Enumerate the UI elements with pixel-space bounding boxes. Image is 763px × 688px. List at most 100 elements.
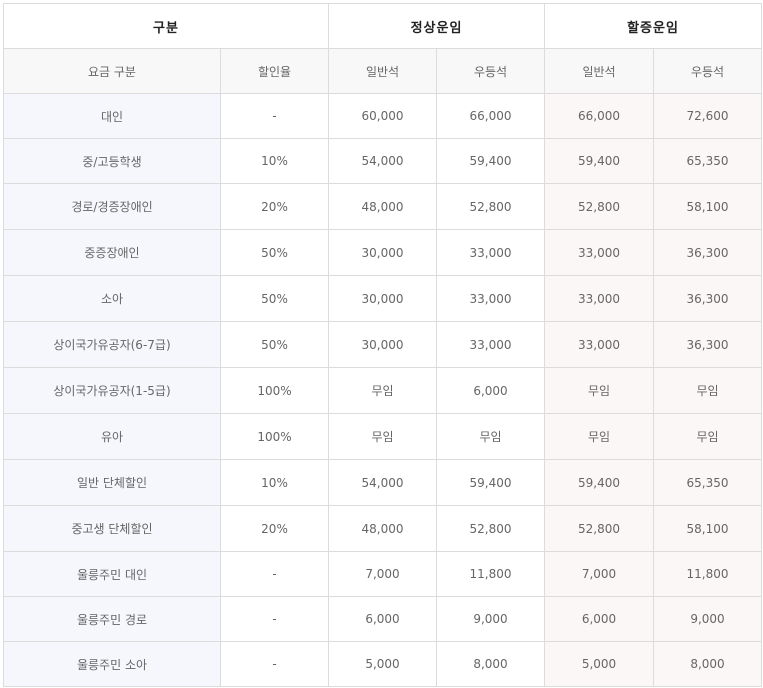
- surcharge-standard-cell: 33,000: [544, 275, 655, 322]
- discount-cell: 50%: [219, 275, 330, 322]
- normal-standard-cell: 무임: [328, 413, 438, 460]
- normal-premium-cell: 52,800: [436, 183, 546, 230]
- discount-cell: 100%: [219, 367, 330, 414]
- surcharge-standard-cell: 무임: [544, 413, 655, 460]
- subheader-surcharge-premium: 우등석: [653, 48, 763, 94]
- discount-cell: 10%: [219, 459, 330, 506]
- table-row: 중증장애인 50% 30,000 33,000 33,000 36,300: [3, 229, 763, 276]
- surcharge-premium-cell: 72,600: [653, 93, 763, 139]
- discount-cell: -: [219, 641, 330, 687]
- normal-standard-cell: 무임: [328, 367, 438, 414]
- normal-standard-cell: 48,000: [328, 183, 438, 230]
- normal-premium-cell: 33,000: [436, 229, 546, 276]
- table-header-row: 구분 정상운임 할증운임: [2, 3, 763, 49]
- fare-type-cell: 울릉주민 경로: [3, 596, 221, 642]
- surcharge-premium-cell: 11,800: [653, 551, 763, 597]
- normal-standard-cell: 6,000: [328, 596, 438, 642]
- fare-type-cell: 소아: [3, 275, 221, 322]
- table-row: 소아 50% 30,000 33,000 33,000 36,300: [3, 275, 763, 322]
- fare-table-body: 대인 -60,000 66,000 66,000 72,600 중/고등학생 10% 54,0…: [3, 93, 763, 687]
- discount-cell: -: [219, 596, 330, 642]
- normal-premium-cell: 무임: [436, 413, 546, 460]
- table-row: 울릉주민 경로 -6,000 9,000 6,000 9,000: [3, 596, 763, 642]
- table-row: 상이국가유공자(1-5급) 100% 무임 6,000 무임 무임: [3, 367, 763, 414]
- surcharge-premium-cell: 58,100: [653, 505, 763, 552]
- surcharge-standard-cell: 6,000: [544, 596, 655, 642]
- normal-premium-cell: 66,000: [436, 93, 546, 139]
- surcharge-premium-cell: 36,300: [653, 321, 763, 368]
- fare-type-cell: 대인: [3, 93, 221, 139]
- surcharge-standard-cell: 59,400: [544, 459, 655, 506]
- fare-type-cell: 일반 단체할인: [3, 459, 221, 506]
- surcharge-premium-cell: 36,300: [653, 229, 763, 276]
- surcharge-premium-cell: 8,000: [653, 641, 763, 687]
- normal-premium-cell: 9,000: [436, 596, 546, 642]
- normal-premium-cell: 8,000: [436, 641, 546, 687]
- table-row: 대인 -60,000 66,000 66,000 72,600: [3, 93, 763, 139]
- normal-standard-cell: 30,000: [328, 275, 438, 322]
- surcharge-standard-cell: 33,000: [544, 321, 655, 368]
- discount-cell: 100%: [219, 413, 330, 460]
- normal-standard-cell: 5,000: [328, 641, 438, 687]
- surcharge-standard-cell: 7,000: [544, 551, 655, 597]
- header-category: 구분: [2, 3, 330, 49]
- surcharge-standard-cell: 33,000: [544, 229, 655, 276]
- table-row: 상이국가유공자(6-7급) 50% 30,000 33,000 33,000 36,300: [3, 321, 763, 368]
- table-row: 울릉주민 대인 -7,000 11,800 7,000 11,800: [3, 551, 763, 597]
- surcharge-standard-cell: 5,000: [544, 641, 655, 687]
- normal-standard-cell: 60,000: [328, 93, 438, 139]
- subheader-fare-type: 요금 구분: [3, 48, 221, 94]
- normal-premium-cell: 33,000: [436, 275, 546, 322]
- fare-type-cell: 유아: [3, 413, 221, 460]
- normal-premium-cell: 52,800: [436, 505, 546, 552]
- table-row: 경로/경증장애인 20% 48,000 52,800 52,800 58,100: [3, 183, 763, 230]
- subheader-discount-rate: 할인율: [219, 48, 330, 94]
- normal-standard-cell: 30,000: [328, 321, 438, 368]
- surcharge-standard-cell: 무임: [544, 367, 655, 414]
- table-row: 중/고등학생 10% 54,000 59,400 59,400 65,350: [3, 138, 763, 184]
- normal-standard-cell: 54,000: [328, 459, 438, 506]
- discount-cell: 20%: [219, 505, 330, 552]
- surcharge-standard-cell: 52,800: [544, 505, 655, 552]
- discount-cell: 50%: [219, 229, 330, 276]
- discount-cell: -: [219, 551, 330, 597]
- subheader-normal-standard: 일반석: [328, 48, 438, 94]
- fare-type-cell: 중증장애인: [3, 229, 221, 276]
- normal-standard-cell: 54,000: [328, 138, 438, 184]
- table-row: 유아 100% 무임 무임 무임 무임: [3, 413, 763, 460]
- surcharge-premium-cell: 58,100: [653, 183, 763, 230]
- table-row: 울릉주민 소아 -5,000 8,000 5,000 8,000: [3, 641, 763, 687]
- subheader-surcharge-standard: 일반석: [544, 48, 655, 94]
- surcharge-premium-cell: 무임: [653, 413, 763, 460]
- normal-standard-cell: 30,000: [328, 229, 438, 276]
- fare-type-cell: 중/고등학생: [3, 138, 221, 184]
- fare-type-cell: 울릉주민 소아: [3, 641, 221, 687]
- normal-premium-cell: 59,400: [436, 459, 546, 506]
- surcharge-premium-cell: 무임: [653, 367, 763, 414]
- discount-cell: 10%: [219, 138, 330, 184]
- table-row: 중고생 단체할인 20% 48,000 52,800 52,800 58,100: [3, 505, 763, 552]
- surcharge-standard-cell: 66,000: [544, 93, 655, 139]
- surcharge-premium-cell: 9,000: [653, 596, 763, 642]
- header-normal-fare: 정상운임: [328, 3, 546, 49]
- surcharge-standard-cell: 52,800: [544, 183, 655, 230]
- surcharge-standard-cell: 59,400: [544, 138, 655, 184]
- table-row: 일반 단체할인 10% 54,000 59,400 59,400 65,350: [3, 459, 763, 506]
- discount-cell: 50%: [219, 321, 330, 368]
- normal-standard-cell: 48,000: [328, 505, 438, 552]
- fare-type-cell: 중고생 단체할인: [3, 505, 221, 552]
- fare-type-cell: 상이국가유공자(6-7급): [3, 321, 221, 368]
- fare-type-cell: 경로/경증장애인: [3, 183, 221, 230]
- surcharge-premium-cell: 65,350: [653, 459, 763, 506]
- normal-premium-cell: 59,400: [436, 138, 546, 184]
- discount-cell: 20%: [219, 183, 330, 230]
- normal-premium-cell: 33,000: [436, 321, 546, 368]
- fare-table: 구분 정상운임 할증운임 요금 구분 할인율 일반석 우등석 일반석 우등석 대…: [2, 3, 763, 687]
- normal-premium-cell: 6,000: [436, 367, 546, 414]
- discount-cell: -: [219, 93, 330, 139]
- subheader-normal-premium: 우등석: [436, 48, 546, 94]
- table-subheader-row: 요금 구분 할인율 일반석 우등석 일반석 우등석: [3, 48, 763, 94]
- normal-premium-cell: 11,800: [436, 551, 546, 597]
- surcharge-premium-cell: 36,300: [653, 275, 763, 322]
- normal-standard-cell: 7,000: [328, 551, 438, 597]
